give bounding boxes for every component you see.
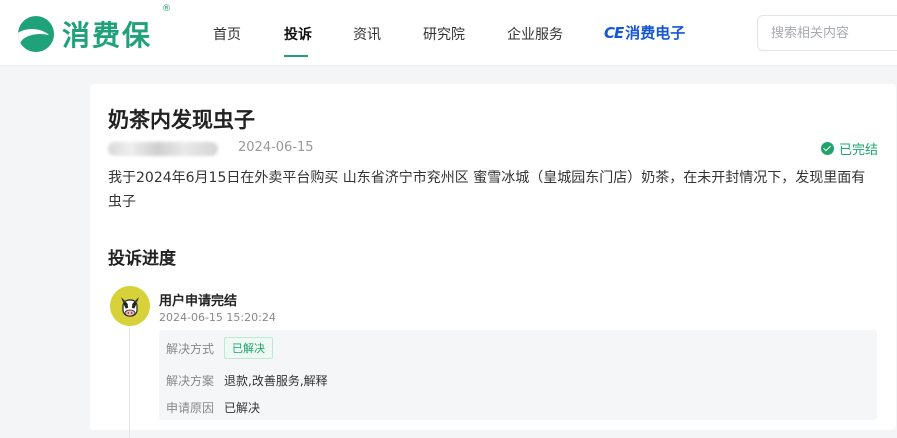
complaint-date: 2024-06-15	[238, 140, 314, 155]
timeline-line	[129, 328, 130, 438]
complaint-title: 奶茶内发现虫子	[108, 108, 255, 132]
top-header: 消费保 ® 首页 投诉 资讯 研究院 企业服务 CE 消费电子	[0, 0, 897, 66]
step-time: 2024-06-15 15:20:24	[159, 311, 276, 324]
step-title: 用户申请完结	[159, 294, 238, 309]
resolution-method-label: 解决方式	[166, 341, 215, 356]
resolution-method-row: 解决方式 已解决	[166, 337, 273, 359]
logo-text: 消费保	[62, 19, 153, 52]
progress-section-title: 投诉进度	[108, 249, 176, 269]
nav-item-complaint[interactable]: 投诉	[284, 24, 312, 44]
resolution-plan-value: 退款,改善服务,解释	[224, 374, 328, 388]
ce-label: 消费电子	[625, 24, 686, 42]
status-badge: 已完结	[820, 139, 878, 158]
resolution-details: 解决方式 已解决 解决方案 退款,改善服务,解释 申请原因 已解决	[159, 330, 877, 420]
nav-active-underline	[284, 55, 308, 57]
resolution-plan-label: 解决方案	[166, 374, 215, 388]
resolution-method-badge: 已解决	[224, 337, 273, 359]
search-box	[757, 15, 897, 51]
complaint-description: 我于2024年6月15日在外卖平台购买 山东省济宁市兖州区 蜜雪冰城（皇城园东门…	[108, 170, 866, 210]
nav-item-enterprise[interactable]: 企业服务	[507, 24, 563, 44]
ce-logo: CE	[604, 24, 624, 42]
user-avatar	[110, 286, 150, 326]
site-logo[interactable]: 消费保	[18, 12, 152, 56]
nav-item-news[interactable]: 资讯	[353, 24, 381, 44]
check-circle-icon	[820, 142, 834, 155]
nav-item-ce-electronics[interactable]: CE 消费电子	[604, 22, 685, 43]
nav-item-home[interactable]: 首页	[213, 24, 241, 44]
blurred-username	[108, 142, 218, 156]
search-input[interactable]	[758, 16, 897, 50]
resolution-plan-row: 解决方案 退款,改善服务,解释	[166, 372, 328, 389]
nav-item-research[interactable]: 研究院	[423, 24, 465, 44]
cow-avatar-icon	[110, 286, 150, 326]
request-reason-value: 已解决	[224, 401, 261, 415]
registered-mark: ®	[162, 4, 171, 14]
request-reason-row: 申请原因 已解决	[166, 399, 260, 416]
request-reason-label: 申请原因	[166, 401, 215, 415]
complaint-card: 奶茶内发现虫子 2024-06-15 已完结 我于2024年6月15日在外卖平台…	[90, 84, 896, 438]
status-text: 已完结	[838, 143, 878, 158]
logo-mark-icon	[18, 16, 54, 52]
